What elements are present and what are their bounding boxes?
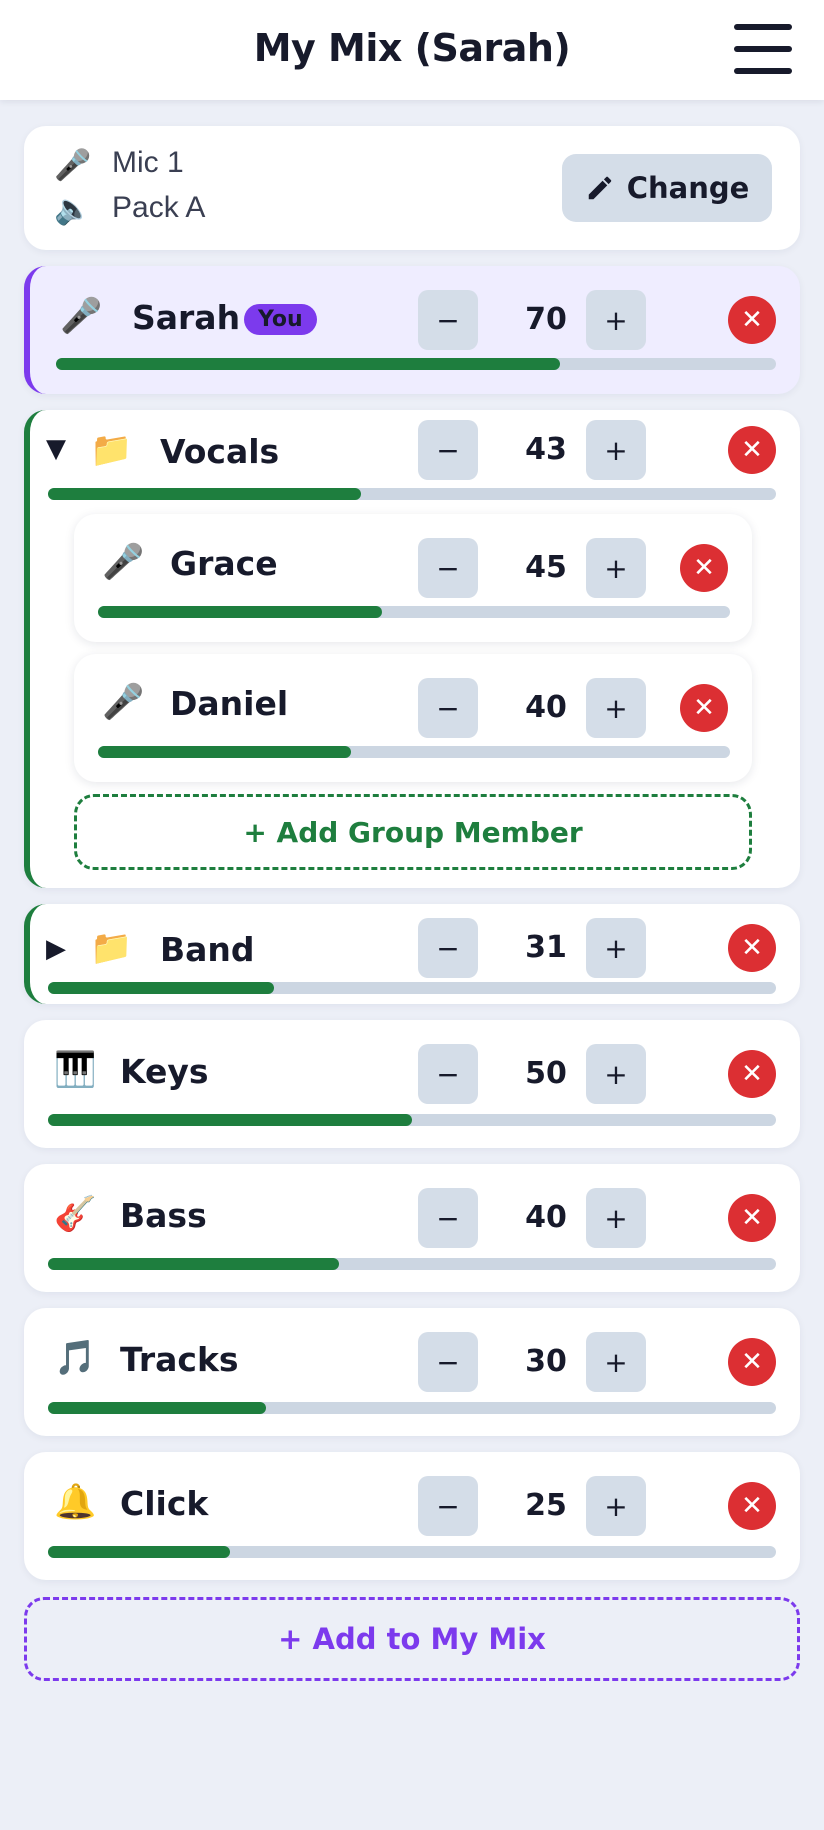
app-header: My Mix (Sarah) bbox=[0, 0, 824, 100]
volume-slider-fill bbox=[48, 1546, 230, 1558]
channel-name: Sarah bbox=[132, 298, 241, 337]
volume-slider-fill bbox=[48, 488, 362, 500]
volume-slider[interactable] bbox=[98, 606, 730, 618]
volume-value: 43 bbox=[525, 432, 567, 467]
volume-decrease-button[interactable]: − bbox=[418, 1044, 478, 1104]
volume-slider[interactable] bbox=[56, 358, 776, 370]
piano-icon: 🎹 bbox=[54, 1050, 97, 1090]
member-name: Daniel bbox=[170, 684, 289, 723]
remove-group-button[interactable]: ✕ bbox=[728, 426, 776, 474]
channel-name: Click bbox=[120, 1484, 209, 1523]
volume-value: 25 bbox=[525, 1488, 567, 1523]
remove-group-button[interactable]: ✕ bbox=[728, 924, 776, 972]
add-group-member-button[interactable]: + Add Group Member bbox=[74, 794, 752, 870]
music-note-icon: 🎵 bbox=[54, 1338, 97, 1378]
volume-slider-fill bbox=[98, 606, 383, 618]
channel-card-click: 🔔 Click − 25 + ✕ bbox=[24, 1452, 800, 1580]
member-name: Grace bbox=[170, 544, 278, 583]
microphone-icon: 🎤 bbox=[60, 296, 103, 336]
remove-member-button[interactable]: ✕ bbox=[680, 544, 728, 592]
group-card-vocals: ▼ 📁 Vocals − 43 + ✕ 🎤 Grace − 45 + ✕ 🎤 D… bbox=[24, 410, 800, 888]
folder-icon: 📁 bbox=[90, 928, 133, 968]
group-card-band: ▶ 📁 Band − 31 + ✕ bbox=[24, 904, 800, 1004]
pencil-icon bbox=[588, 176, 611, 200]
volume-slider-fill bbox=[48, 1258, 340, 1270]
bell-icon: 🔔 bbox=[54, 1482, 97, 1522]
volume-value: 45 bbox=[525, 550, 567, 585]
channel-card-tracks: 🎵 Tracks − 30 + ✕ bbox=[24, 1308, 800, 1436]
speaker-icon: 🔈 bbox=[54, 192, 92, 227]
hamburger-menu-icon[interactable] bbox=[734, 24, 792, 76]
channel-card-keys: 🎹 Keys − 50 + ✕ bbox=[24, 1020, 800, 1148]
remove-member-button[interactable]: ✕ bbox=[680, 684, 728, 732]
group-name: Band bbox=[160, 930, 255, 969]
channel-name: Tracks bbox=[120, 1340, 239, 1379]
microphone-icon: 🎤 bbox=[102, 542, 145, 582]
volume-decrease-button[interactable]: − bbox=[418, 538, 478, 598]
volume-increase-button[interactable]: + bbox=[586, 1188, 646, 1248]
group-member-card: 🎤 Daniel − 40 + ✕ bbox=[74, 654, 752, 782]
add-to-mix-button[interactable]: + Add to My Mix bbox=[24, 1597, 800, 1681]
pack-label: Pack A bbox=[112, 191, 206, 224]
guitar-icon: 🎸 bbox=[54, 1194, 97, 1234]
volume-increase-button[interactable]: + bbox=[586, 1476, 646, 1536]
volume-slider[interactable] bbox=[48, 1114, 776, 1126]
volume-increase-button[interactable]: + bbox=[586, 290, 646, 350]
microphone-icon: 🎤 bbox=[102, 682, 145, 722]
volume-slider-fill bbox=[98, 746, 351, 758]
volume-slider-fill bbox=[48, 982, 274, 994]
volume-decrease-button[interactable]: − bbox=[418, 290, 478, 350]
mic-label: Mic 1 bbox=[112, 146, 184, 179]
volume-decrease-button[interactable]: − bbox=[418, 1476, 478, 1536]
volume-decrease-button[interactable]: − bbox=[418, 678, 478, 738]
volume-slider[interactable] bbox=[48, 1546, 776, 1558]
remove-channel-button[interactable]: ✕ bbox=[728, 1338, 776, 1386]
change-button-label: Change bbox=[626, 171, 750, 205]
volume-increase-button[interactable]: + bbox=[586, 420, 646, 480]
volume-increase-button[interactable]: + bbox=[586, 678, 646, 738]
volume-slider[interactable] bbox=[48, 982, 776, 994]
source-card: 🎤 Mic 1 🔈 Pack A Change bbox=[24, 126, 800, 250]
you-badge: You bbox=[244, 304, 317, 335]
remove-channel-button[interactable]: ✕ bbox=[728, 1482, 776, 1530]
remove-channel-button[interactable]: ✕ bbox=[728, 1050, 776, 1098]
group-name: Vocals bbox=[160, 432, 280, 471]
remove-channel-button[interactable]: ✕ bbox=[728, 296, 776, 344]
volume-decrease-button[interactable]: − bbox=[418, 420, 478, 480]
volume-slider-fill bbox=[48, 1402, 267, 1414]
channel-name: Bass bbox=[120, 1196, 207, 1235]
change-source-button[interactable]: Change bbox=[562, 154, 772, 222]
collapse-caret-icon[interactable]: ▼ bbox=[46, 434, 66, 464]
self-channel-card: 🎤 Sarah You − 70 + ✕ bbox=[24, 266, 800, 394]
volume-value: 30 bbox=[525, 1344, 567, 1379]
volume-value: 31 bbox=[525, 930, 567, 965]
volume-increase-button[interactable]: + bbox=[586, 1332, 646, 1392]
channel-name: Keys bbox=[120, 1052, 209, 1091]
volume-slider-fill bbox=[56, 358, 560, 370]
volume-slider-fill bbox=[48, 1114, 412, 1126]
volume-increase-button[interactable]: + bbox=[586, 1044, 646, 1104]
page-title: My Mix (Sarah) bbox=[253, 26, 571, 70]
volume-increase-button[interactable]: + bbox=[586, 918, 646, 978]
microphone-icon: 🎤 bbox=[54, 148, 92, 183]
folder-icon: 📁 bbox=[90, 430, 133, 470]
volume-value: 40 bbox=[525, 690, 567, 725]
expand-caret-icon[interactable]: ▶ bbox=[46, 934, 66, 964]
volume-slider[interactable] bbox=[98, 746, 730, 758]
volume-slider[interactable] bbox=[48, 1402, 776, 1414]
volume-value: 70 bbox=[525, 302, 567, 337]
volume-increase-button[interactable]: + bbox=[586, 538, 646, 598]
volume-decrease-button[interactable]: − bbox=[418, 918, 478, 978]
remove-channel-button[interactable]: ✕ bbox=[728, 1194, 776, 1242]
volume-decrease-button[interactable]: − bbox=[418, 1332, 478, 1392]
volume-decrease-button[interactable]: − bbox=[418, 1188, 478, 1248]
volume-slider[interactable] bbox=[48, 488, 776, 500]
volume-slider[interactable] bbox=[48, 1258, 776, 1270]
volume-value: 40 bbox=[525, 1200, 567, 1235]
channel-card-bass: 🎸 Bass − 40 + ✕ bbox=[24, 1164, 800, 1292]
group-member-card: 🎤 Grace − 45 + ✕ bbox=[74, 514, 752, 642]
volume-value: 50 bbox=[525, 1056, 567, 1091]
